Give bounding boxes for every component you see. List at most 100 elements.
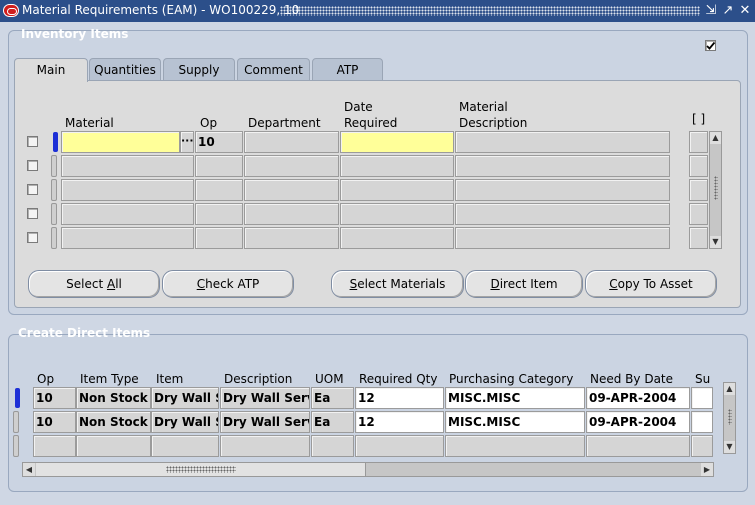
tab-comment[interactable]: Comment [237, 58, 310, 81]
scroll-down-icon[interactable]: ▼ [724, 441, 735, 453]
material-field[interactable] [61, 155, 194, 177]
material-description-field[interactable] [455, 227, 670, 249]
flexfield-field[interactable] [689, 227, 708, 249]
date-required-field[interactable] [340, 203, 454, 225]
direct-description-field[interactable] [220, 435, 310, 457]
date-required-field[interactable] [340, 155, 454, 177]
direct-supplier-field[interactable] [691, 435, 713, 457]
direct-uom-field[interactable]: Ea [311, 411, 354, 433]
date-required-field[interactable] [340, 179, 454, 201]
tab-main[interactable]: Main [14, 58, 88, 82]
flexfield-field[interactable] [689, 155, 708, 177]
date-required-field[interactable] [340, 227, 454, 249]
row-select-checkbox[interactable] [27, 208, 38, 219]
tab-atp[interactable]: ATP [312, 58, 383, 81]
direct-item-type-field[interactable] [76, 435, 151, 457]
record-indicator[interactable] [13, 411, 19, 433]
col-header-item: Item [156, 372, 184, 386]
scroll-down-icon[interactable]: ▼ [710, 236, 721, 248]
direct-op-field[interactable]: 10 [33, 411, 76, 433]
row-select-checkbox[interactable] [27, 232, 38, 243]
direct-required-qty-field[interactable]: 12 [355, 411, 444, 433]
copy-to-asset-button[interactable]: Copy To Asset [585, 270, 717, 298]
title-bar[interactable]: Material Requirements (EAM) - WO100229, … [0, 0, 755, 22]
material-lov-button[interactable]: ··· [180, 131, 194, 153]
direct-need-by-date-field[interactable] [586, 435, 690, 457]
material-field[interactable] [61, 131, 180, 153]
maximize-button[interactable]: ↗ [721, 3, 735, 18]
flexfield-field[interactable] [689, 179, 708, 201]
direct-item-field[interactable] [151, 435, 219, 457]
record-indicator[interactable] [51, 227, 57, 249]
scroll-right-icon[interactable]: ▶ [701, 463, 713, 476]
record-indicator[interactable] [51, 203, 57, 225]
department-field[interactable] [244, 131, 339, 153]
department-field[interactable] [244, 155, 339, 177]
close-button[interactable]: ✕ [738, 3, 752, 18]
direct-need-by-date-field[interactable]: 09-APR-2004 [586, 411, 690, 433]
scroll-left-icon[interactable]: ◀ [23, 463, 35, 476]
direct-description-field[interactable]: Dry Wall Serv [220, 387, 310, 409]
material-description-field[interactable] [455, 131, 670, 153]
material-field[interactable] [61, 179, 194, 201]
material-description-field[interactable] [455, 155, 670, 177]
direct-description-field[interactable]: Dry Wall Serv [220, 411, 310, 433]
op-field[interactable] [195, 227, 243, 249]
date-required-field[interactable] [340, 131, 454, 153]
scroll-grip-icon [728, 409, 732, 425]
col-header-item-type: Item Type [80, 372, 139, 386]
op-field[interactable] [195, 203, 243, 225]
department-field[interactable] [244, 203, 339, 225]
inventory-header-checkbox[interactable] [705, 40, 716, 51]
op-field[interactable] [195, 155, 243, 177]
col-header-supplier: Su [695, 372, 711, 386]
direct-supplier-field[interactable] [691, 411, 713, 433]
direct-required-qty-field[interactable] [355, 435, 444, 457]
material-field[interactable] [61, 227, 194, 249]
direct-horizontal-scrollbar[interactable]: ◀ ▶ [22, 462, 714, 477]
col-header-description-line2: Description [459, 116, 528, 130]
direct-purchasing-category-field[interactable] [445, 435, 585, 457]
tab-supply[interactable]: Supply [163, 58, 235, 81]
record-indicator[interactable] [13, 435, 19, 457]
direct-item-type-field[interactable]: Non Stock I [76, 387, 151, 409]
direct-op-field[interactable]: 10 [33, 387, 76, 409]
department-field[interactable] [244, 227, 339, 249]
select-materials-button[interactable]: Select Materials [331, 270, 464, 298]
tab-quantities[interactable]: Quantities [89, 58, 161, 81]
scroll-up-icon[interactable]: ▲ [724, 383, 735, 395]
inventory-vertical-scrollbar[interactable]: ▲ ▼ [709, 131, 722, 249]
record-indicator[interactable] [51, 155, 57, 177]
direct-need-by-date-field[interactable]: 09-APR-2004 [586, 387, 690, 409]
op-field[interactable]: 10 [195, 131, 243, 153]
flexfield-field[interactable] [689, 131, 708, 153]
op-field[interactable] [195, 179, 243, 201]
material-description-field[interactable] [455, 179, 670, 201]
direct-op-field[interactable] [33, 435, 76, 457]
direct-supplier-field[interactable] [691, 387, 713, 409]
direct-item-field[interactable]: Dry Wall S [151, 411, 219, 433]
minimize-button[interactable]: ⇲ [704, 3, 718, 18]
direct-uom-field[interactable] [311, 435, 354, 457]
row-select-checkbox[interactable] [27, 184, 38, 195]
direct-item-button[interactable]: Direct Item [465, 270, 583, 298]
direct-required-qty-field[interactable]: 12 [355, 387, 444, 409]
scroll-up-icon[interactable]: ▲ [710, 132, 721, 144]
col-header-purchasing-category: Purchasing Category [449, 372, 574, 386]
direct-item-type-field[interactable]: Non Stock I [76, 411, 151, 433]
material-description-field[interactable] [455, 203, 670, 225]
direct-purchasing-category-field[interactable]: MISC.MISC [445, 411, 585, 433]
check-atp-button[interactable]: Check ATP [162, 270, 294, 298]
flexfield-field[interactable] [689, 203, 708, 225]
direct-uom-field[interactable]: Ea [311, 387, 354, 409]
direct-purchasing-category-field[interactable]: MISC.MISC [445, 387, 585, 409]
material-field[interactable] [61, 203, 194, 225]
horizontal-scroll-thumb[interactable] [36, 463, 366, 476]
row-select-checkbox[interactable] [27, 136, 38, 147]
select-all-button[interactable]: Select All [28, 270, 160, 298]
department-field[interactable] [244, 179, 339, 201]
direct-item-field[interactable]: Dry Wall S [151, 387, 219, 409]
record-indicator[interactable] [51, 179, 57, 201]
row-select-checkbox[interactable] [27, 160, 38, 171]
direct-vertical-scrollbar[interactable]: ▲ ▼ [723, 382, 736, 454]
